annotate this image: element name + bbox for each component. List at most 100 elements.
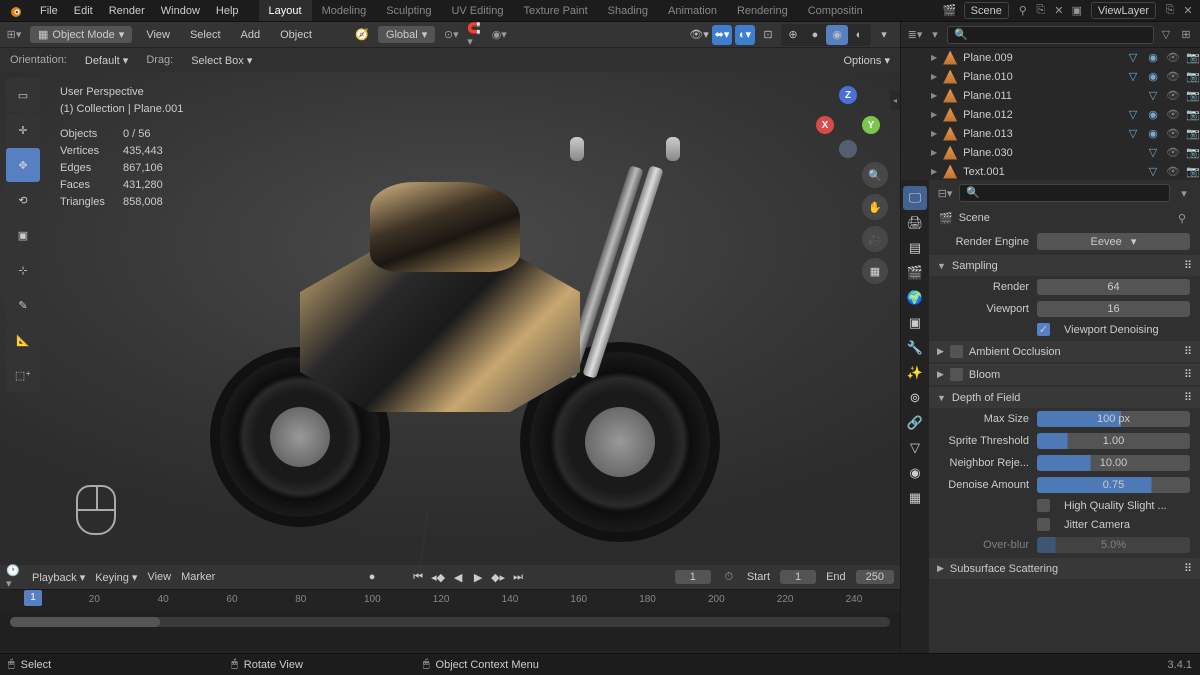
disclosure-icon[interactable]: ▶ — [931, 167, 937, 176]
playback-dropdown[interactable]: Playback ▾ — [32, 571, 85, 584]
disclosure-icon[interactable]: ▶ — [931, 53, 937, 62]
overlays-icon[interactable]: ◐▾ — [735, 25, 755, 45]
disclosure-icon[interactable]: ▶ — [931, 72, 937, 81]
camera-icon[interactable]: 🎥 — [862, 226, 888, 252]
panel-sss[interactable]: ▶Subsurface Scattering⠿ — [929, 558, 1200, 579]
outliner-row[interactable]: ▶Plane.030▽👁📷 — [901, 143, 1200, 162]
bloom-checkbox[interactable] — [950, 368, 963, 381]
menu-file[interactable]: File — [32, 0, 66, 21]
tool-select-box[interactable]: ▭ — [6, 78, 40, 112]
motorcycle-model[interactable] — [180, 132, 740, 552]
panel-dof[interactable]: ▼Depth of Field⠿ — [929, 387, 1200, 408]
orientation-icon[interactable]: 🧭 — [354, 27, 370, 43]
tool-move[interactable]: ✥ — [6, 148, 40, 182]
zoom-icon[interactable]: 🔍 — [862, 162, 888, 188]
tab-render[interactable]: 🖵 — [903, 186, 927, 210]
disclosure-icon[interactable]: ▶ — [931, 129, 937, 138]
axis-z[interactable]: Z — [839, 86, 857, 104]
tool-transform[interactable]: ⊹ — [6, 253, 40, 287]
axis-x[interactable]: X — [816, 116, 834, 134]
material-icon[interactable]: ◉ — [1146, 51, 1160, 64]
tool-measure[interactable]: 📐 — [6, 323, 40, 357]
axis-y[interactable]: Y — [862, 116, 880, 134]
delete-viewlayer-icon[interactable]: ✕ — [1180, 3, 1196, 19]
jitter-checkbox[interactable] — [1037, 518, 1050, 531]
hide-viewport-icon[interactable]: 👁 — [1166, 70, 1180, 83]
shading-options-icon[interactable]: ▾ — [874, 25, 894, 45]
end-frame[interactable]: 250 — [856, 570, 894, 584]
data-icon[interactable]: ▽ — [1126, 51, 1140, 64]
pin-icon[interactable]: ⚲ — [1174, 210, 1190, 226]
hide-viewport-icon[interactable]: 👁 — [1166, 146, 1180, 159]
panel-bloom[interactable]: ▶Bloom⠿ — [929, 364, 1200, 385]
tab-physics[interactable]: ⊚ — [903, 386, 927, 410]
props-options-icon[interactable]: ▾ — [1176, 185, 1192, 201]
scene-name-prop[interactable]: Scene — [959, 212, 990, 224]
editor-type-icon[interactable]: ⊞▾ — [6, 27, 22, 43]
disable-render-icon[interactable]: 📷 — [1186, 165, 1200, 178]
viewlayer-field[interactable]: ViewLayer — [1091, 2, 1156, 19]
disable-render-icon[interactable]: 📷 — [1186, 51, 1200, 64]
start-frame[interactable]: 1 — [780, 570, 816, 584]
tab-world[interactable]: 🌍 — [903, 286, 927, 310]
tab-particles[interactable]: ✨ — [903, 361, 927, 385]
tab-scene[interactable]: 🎬 — [903, 261, 927, 285]
jump-start-icon[interactable]: ⏮ — [409, 568, 427, 586]
visibility-icon[interactable]: 👁▾ — [689, 25, 709, 45]
scene-name-field[interactable]: Scene — [964, 2, 1009, 19]
tool-cursor[interactable]: ✛ — [6, 113, 40, 147]
axis-neg[interactable] — [839, 140, 857, 158]
timeline-editor-icon[interactable]: 🕐▾ — [6, 569, 22, 585]
outliner-row[interactable]: ▶Text.001▽👁📷 — [901, 162, 1200, 180]
sprite-value[interactable]: 1.00 — [1037, 433, 1190, 449]
disable-render-icon[interactable]: 📷 — [1186, 108, 1200, 121]
jump-end-icon[interactable]: ⏭ — [509, 568, 527, 586]
workspace-rendering[interactable]: Rendering — [727, 0, 798, 21]
workspace-texpaint[interactable]: Texture Paint — [513, 0, 597, 21]
vp-menu-view[interactable]: View — [140, 29, 176, 41]
clock-icon[interactable]: ⏱ — [721, 569, 737, 585]
disclosure-icon[interactable]: ▶ — [931, 91, 937, 100]
tab-viewlayer[interactable]: ▤ — [903, 236, 927, 260]
snap-icon[interactable]: 🧲▾ — [467, 27, 483, 43]
tab-texture[interactable]: ▦ — [903, 486, 927, 510]
hide-viewport-icon[interactable]: 👁 — [1166, 127, 1180, 140]
vp-menu-object[interactable]: Object — [274, 29, 318, 41]
tool-scale[interactable]: ▣ — [6, 218, 40, 252]
autokey-icon[interactable]: ● — [363, 568, 381, 586]
material-icon[interactable]: ◉ — [1146, 108, 1160, 121]
outliner-row[interactable]: ▶Plane.012▽◉👁📷 — [901, 105, 1200, 124]
engine-dropdown[interactable]: Eevee ▾ — [1037, 233, 1190, 250]
disable-render-icon[interactable]: 📷 — [1186, 89, 1200, 102]
3d-viewport[interactable]: ▭ ✛ ✥ ⟲ ▣ ⊹ ✎ 📐 ⬚⁺ User Perspective (1) … — [0, 72, 900, 565]
menu-help[interactable]: Help — [208, 0, 247, 21]
panel-sampling[interactable]: ▼Sampling⠿ — [929, 255, 1200, 276]
denoise-checkbox[interactable]: ✓ — [1037, 323, 1050, 336]
data-icon[interactable]: ▽ — [1126, 127, 1140, 140]
hide-viewport-icon[interactable]: 👁 — [1166, 51, 1180, 64]
hide-viewport-icon[interactable]: 👁 — [1166, 165, 1180, 178]
ao-checkbox[interactable] — [950, 345, 963, 358]
outliner-row[interactable]: ▶Plane.011▽👁📷 — [901, 86, 1200, 105]
hq-checkbox[interactable] — [1037, 499, 1050, 512]
data-icon[interactable]: ▽ — [1146, 165, 1160, 178]
options-dropdown[interactable]: Options ▾ — [844, 54, 891, 67]
outliner-row[interactable]: ▶Plane.009▽◉👁📷 — [901, 48, 1200, 67]
mode-dropdown[interactable]: ▦ Object Mode ▾ — [30, 26, 132, 43]
workspace-sculpting[interactable]: Sculpting — [376, 0, 441, 21]
pan-icon[interactable]: ✋ — [862, 194, 888, 220]
disable-render-icon[interactable]: 📷 — [1186, 146, 1200, 159]
vp-menu-add[interactable]: Add — [235, 29, 267, 41]
new-viewlayer-icon[interactable]: ⎘ — [1162, 3, 1178, 19]
menu-window[interactable]: Window — [153, 0, 208, 21]
props-search[interactable] — [959, 184, 1170, 202]
tool-rotate[interactable]: ⟲ — [6, 183, 40, 217]
sidebar-collapse[interactable]: ◂ — [890, 90, 900, 110]
shading-rendered-icon[interactable]: ◐ — [848, 25, 870, 45]
orientation-value[interactable]: Default ▾ — [85, 54, 128, 67]
tab-mesh[interactable]: ▽ — [903, 436, 927, 460]
play-icon[interactable]: ▶ — [469, 568, 487, 586]
workspace-layout[interactable]: Layout — [259, 0, 312, 21]
proportional-edit-icon[interactable]: ◉▾ — [491, 27, 507, 43]
xray-icon[interactable]: ⊡ — [758, 25, 778, 45]
